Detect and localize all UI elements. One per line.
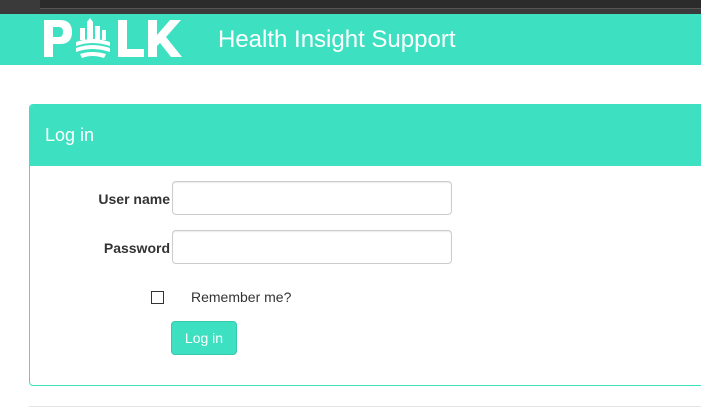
remember-me-checkbox[interactable]	[151, 291, 164, 304]
login-panel: Log in User name Password Remember me? L…	[29, 104, 701, 386]
password-input[interactable]	[172, 230, 452, 264]
polk-logo-icon[interactable]	[42, 16, 190, 60]
site-title: Health Insight Support	[218, 26, 456, 53]
password-label: Password	[103, 240, 170, 256]
site-header: Health Insight Support	[0, 14, 701, 65]
login-panel-title: Log in	[45, 125, 95, 145]
remember-me-label[interactable]: Remember me?	[191, 289, 291, 305]
footer-divider	[29, 406, 701, 407]
username-label: User name	[98, 191, 170, 207]
login-panel-heading: Log in	[30, 105, 701, 166]
login-button[interactable]: Log in	[171, 321, 237, 355]
address-bar-fragment	[40, 0, 701, 9]
username-input[interactable]	[172, 181, 452, 215]
browser-chrome-strip	[0, 0, 701, 14]
